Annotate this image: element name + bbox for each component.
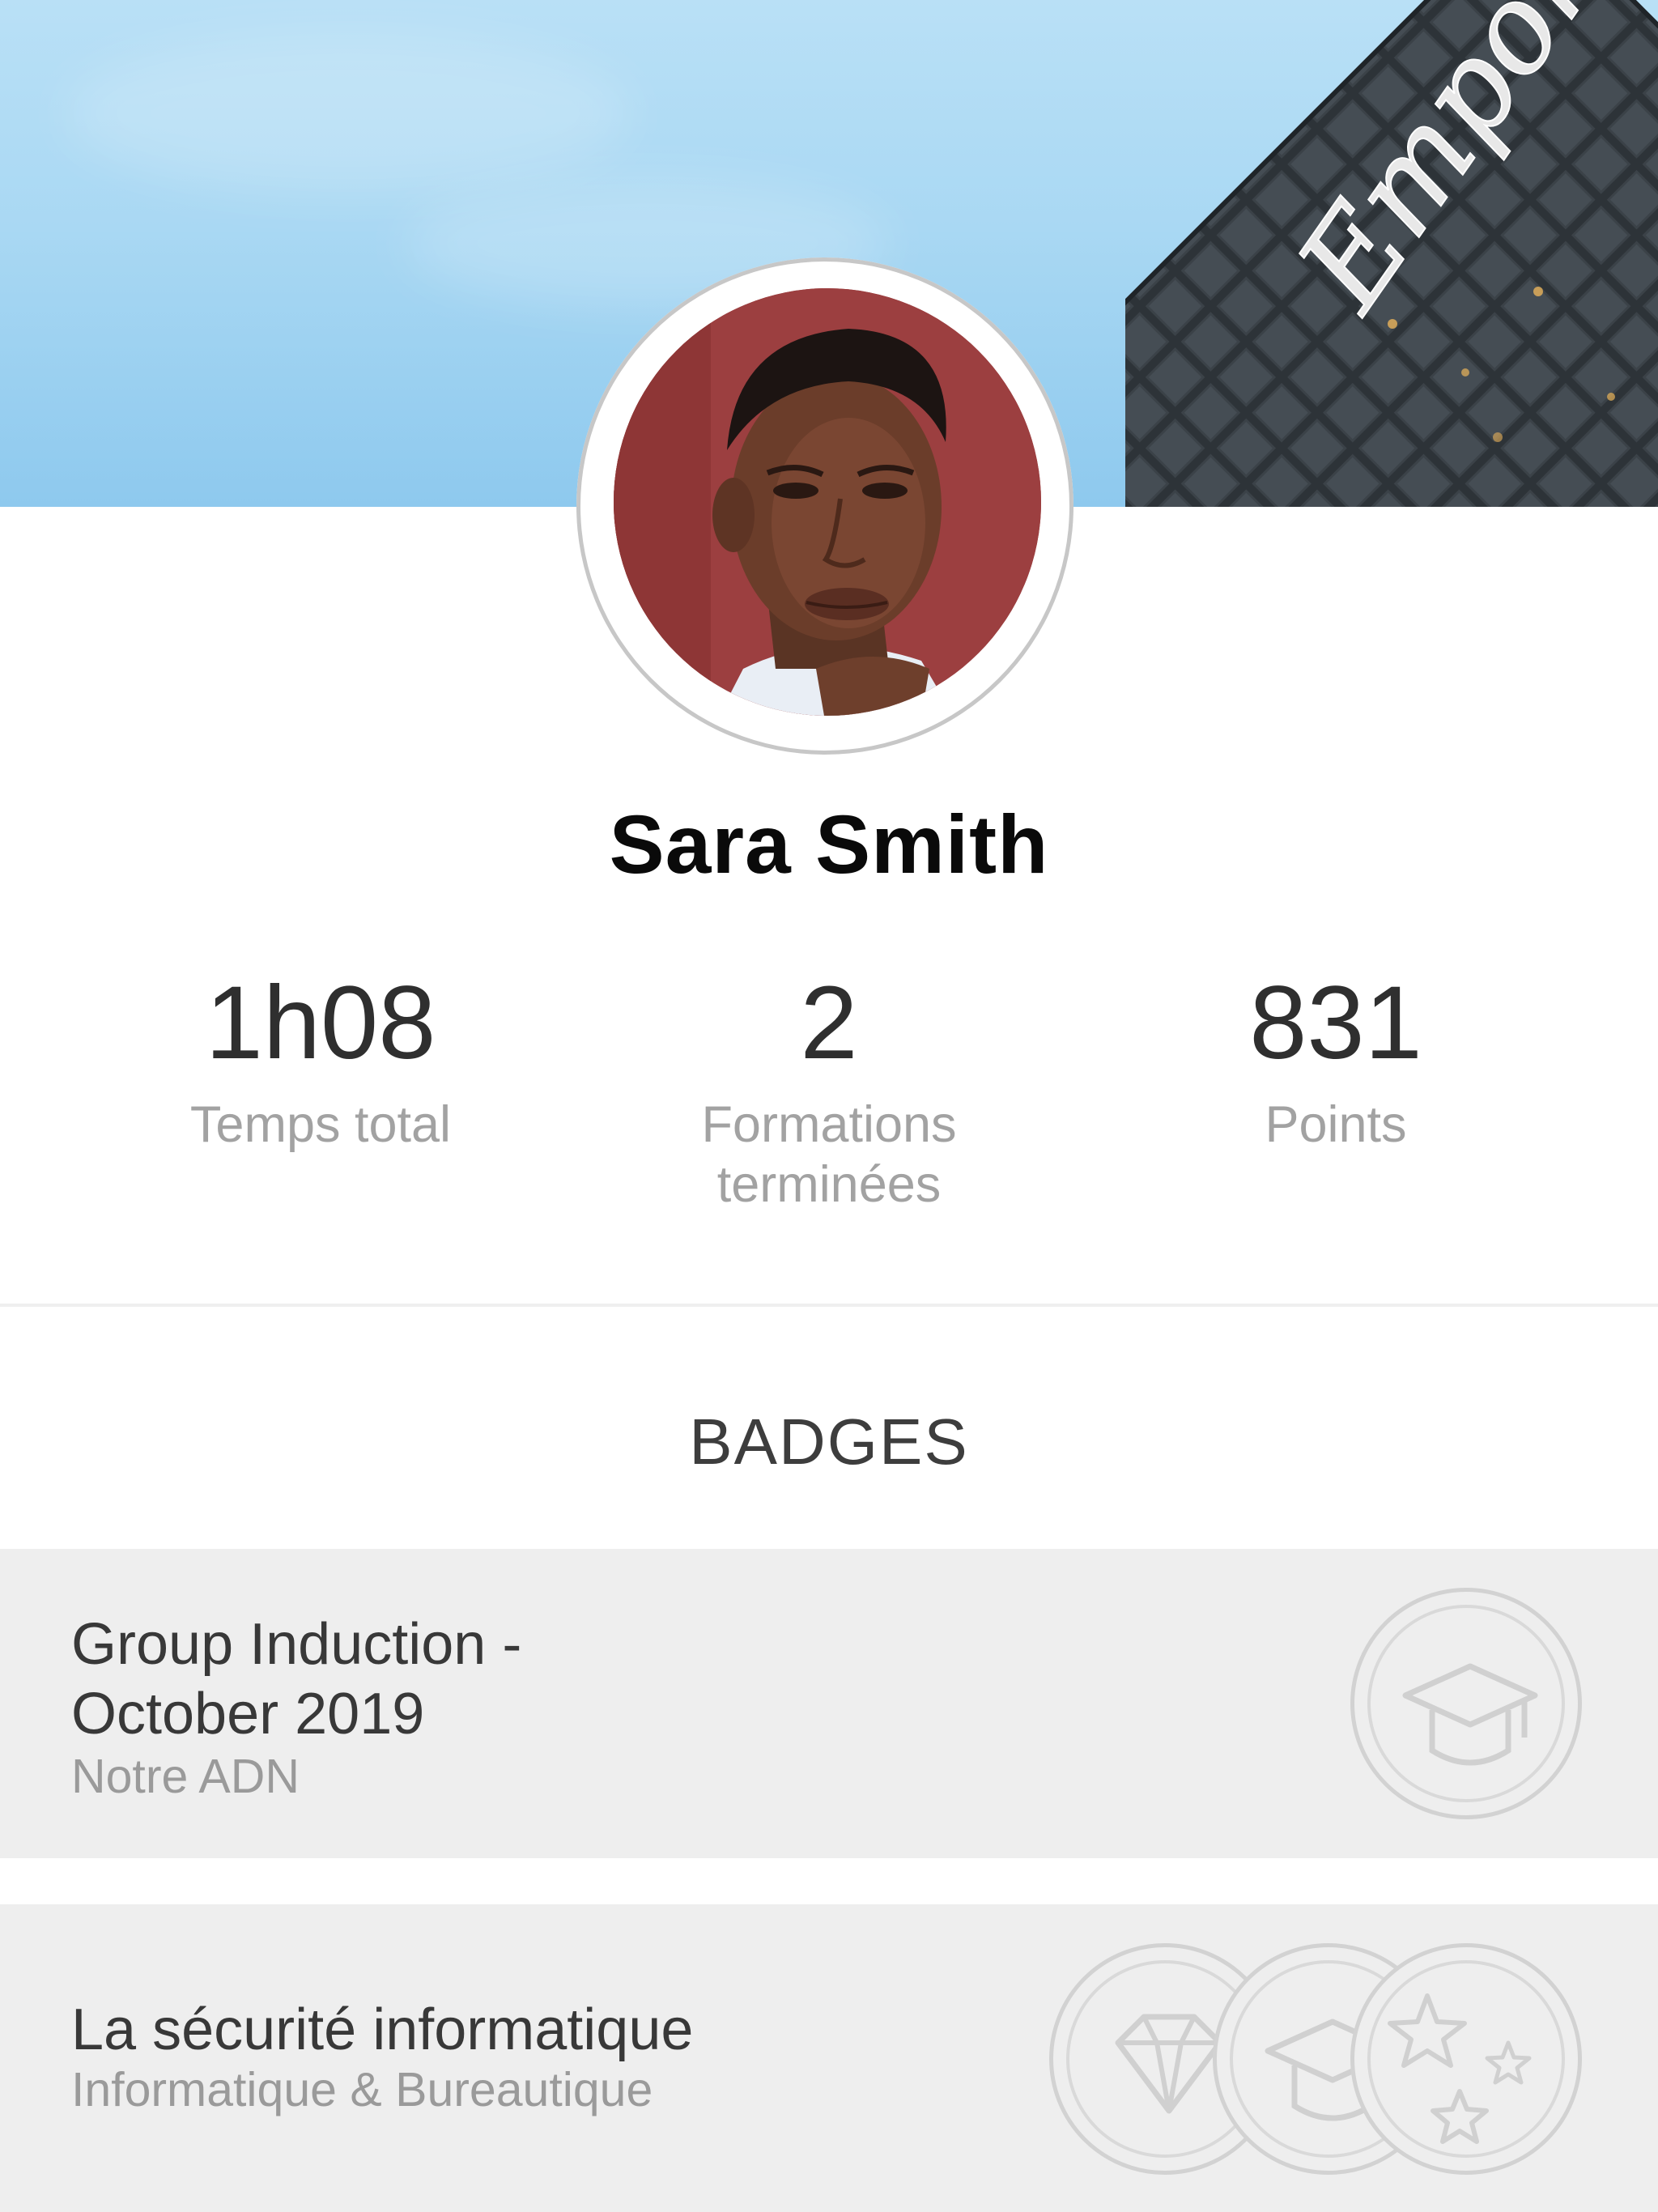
badge-title-line: Group Induction - <box>71 1612 522 1677</box>
avatar[interactable] <box>614 288 1041 716</box>
stat-total-time: 1h08 Temps total <box>94 972 547 1155</box>
divider <box>0 1304 1658 1307</box>
badge-title: La sécurité informatique <box>71 1997 694 2062</box>
building-image: Empora <box>1125 0 1658 507</box>
badge-category: Informatique & Bureautique <box>71 2063 653 2116</box>
stat-label: Formations terminées <box>701 1096 957 1214</box>
stat-points: 831 Points <box>1109 972 1562 1155</box>
badge-item[interactable]: La sécurité informatique Informatique & … <box>0 1904 1658 2212</box>
profile-name: Sara Smith <box>609 798 1049 891</box>
badges-section-title: BADGES <box>689 1406 969 1478</box>
stars-icon <box>1350 1943 1582 2175</box>
stat-completed-trainings: 2 Formations terminées <box>602 972 1056 1215</box>
stat-value: 2 <box>800 965 858 1081</box>
stat-label: Points <box>1265 1096 1407 1153</box>
stat-value: 831 <box>1249 965 1422 1081</box>
badge-title-line: October 2019 <box>71 1682 425 1747</box>
badge-item[interactable]: Group Induction - October 2019 Notre ADN <box>0 1549 1658 1858</box>
badge-title: Group Induction - October 2019 <box>71 1610 521 1750</box>
stat-label: Temps total <box>189 1096 452 1153</box>
graduation-cap-icon <box>1350 1588 1582 1819</box>
stat-value: 1h08 <box>205 965 436 1081</box>
badge-category: Notre ADN <box>71 1750 300 1803</box>
